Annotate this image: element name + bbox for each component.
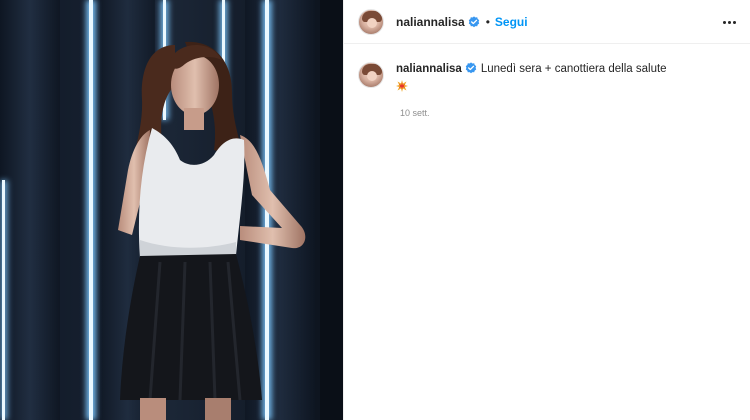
caption-username[interactable]: naliannalisa (396, 63, 462, 75)
avatar[interactable] (358, 8, 384, 35)
more-horizontal-icon (722, 20, 726, 24)
caption-text: Lunedì sera + canottiera della salute (480, 63, 667, 75)
caption-row: naliannalisa Lunedì sera + canottiera de… (344, 62, 750, 97)
post-header: naliannalisa • Segui (344, 0, 750, 44)
more-options-button[interactable] (717, 10, 741, 34)
follow-button[interactable]: Segui (495, 15, 528, 29)
collision-emoji-icon (396, 80, 408, 92)
verified-badge-icon (468, 15, 479, 27)
post-side-panel: naliannalisa • Segui naliannalisa Lunedì… (343, 0, 750, 420)
post-timestamp[interactable]: 10 sett. (400, 108, 430, 118)
caption-body: naliannalisa Lunedì sera + canottiera de… (396, 62, 716, 97)
post-photo-illustration (0, 0, 343, 420)
caption-line: naliannalisa Lunedì sera + canottiera de… (396, 62, 716, 77)
header-username[interactable]: naliannalisa (396, 15, 465, 29)
caption-avatar[interactable] (358, 62, 384, 88)
header-separator: • (485, 14, 490, 29)
verified-badge-icon (465, 62, 477, 74)
post-photo[interactable] (0, 0, 343, 420)
